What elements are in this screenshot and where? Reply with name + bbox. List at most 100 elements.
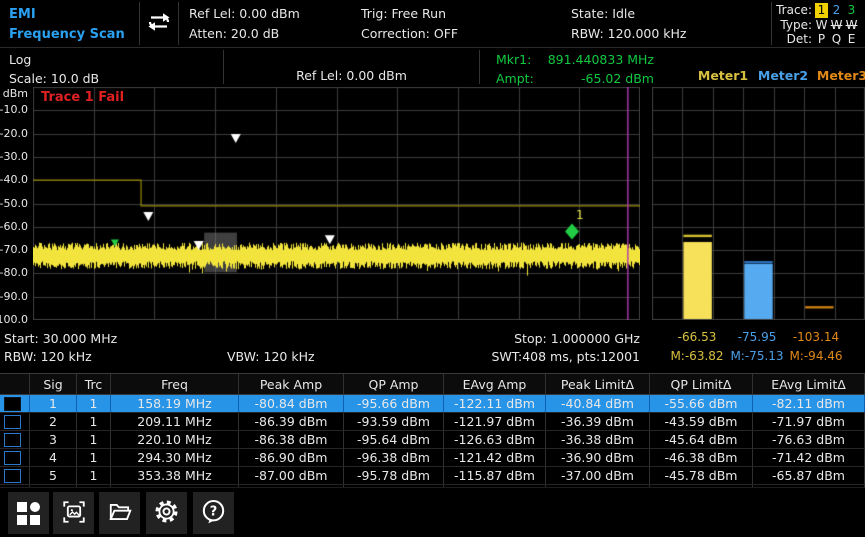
- trace-1-det: P: [814, 32, 829, 47]
- divider: [178, 2, 179, 45]
- scale-value: Scale: 10.0 dB: [9, 69, 223, 88]
- meter3-label[interactable]: Meter3: [816, 68, 865, 83]
- table-cell: -36.39 dBm: [546, 413, 650, 430]
- row-checkbox[interactable]: [4, 415, 21, 429]
- column-header[interactable]: QP LimitΔ: [650, 374, 753, 394]
- meter3-value: -103.14: [781, 330, 851, 344]
- marker-readout: Mkr1: 891.440833 MHz Ampt: -65.02 dBm: [480, 48, 673, 86]
- table-cell: 220.10 MHz: [111, 431, 239, 448]
- trace-label: Trace:: [776, 3, 812, 18]
- file-button[interactable]: [99, 492, 140, 534]
- trace-2-badge[interactable]: 2: [829, 3, 844, 18]
- table-cell: 1: [30, 395, 77, 412]
- y-axis-tick: -100.0: [0, 313, 28, 326]
- analyzer-screen: EMI Frequency Scan Ref Lel: 0.00 dBm Att…: [0, 0, 865, 537]
- apps-menu-button[interactable]: [8, 492, 49, 534]
- limit-fail-indicator: Trace 1 Fail: [41, 90, 124, 105]
- vbw-footer-readout: VBW: 120 kHz: [227, 349, 315, 364]
- table-row[interactable]: 41294.30 MHz-86.90 dBm-96.38 dBm-121.42 …: [0, 449, 865, 467]
- table-cell: -95.66 dBm: [344, 395, 444, 412]
- row-checkbox[interactable]: [4, 451, 21, 465]
- spectrum-plot[interactable]: [33, 87, 640, 320]
- column-header[interactable]: Freq: [111, 374, 239, 394]
- ampt-value: -65.02 dBm: [581, 70, 654, 89]
- column-header[interactable]: EAvg Amp: [444, 374, 546, 394]
- row-select-cell: [0, 431, 30, 448]
- table-cell: 4: [30, 449, 77, 466]
- table-cell: -86.90 dBm: [239, 449, 344, 466]
- row-checkbox[interactable]: [4, 397, 21, 411]
- log-label: Log: [9, 50, 223, 69]
- table-cell: 1: [77, 467, 111, 484]
- y-axis-tick: -10.0: [0, 103, 28, 116]
- trig-readout: Trig: Free Run: [361, 4, 571, 24]
- signal-table-body: 11158.19 MHz-80.84 dBm-95.66 dBm-122.11 …: [0, 395, 865, 487]
- mode-title[interactable]: EMI Frequency Scan: [0, 0, 139, 47]
- table-cell: 2: [30, 413, 77, 430]
- table-cell: -121.42 dBm: [444, 449, 546, 466]
- ref-level-center-readout: Ref Lel: 0.00 dBm: [224, 48, 479, 86]
- help-icon: ?: [200, 498, 227, 528]
- table-cell: -121.97 dBm: [444, 413, 546, 430]
- marker-frequency: 891.440833 MHz: [548, 51, 654, 70]
- row-checkbox[interactable]: [4, 433, 21, 447]
- table-cell: -36.90 dBm: [546, 449, 650, 466]
- y-axis-unit: dBm: [3, 87, 28, 100]
- table-row[interactable]: 21209.11 MHz-86.39 dBm-93.59 dBm-121.97 …: [0, 413, 865, 431]
- table-cell: -36.38 dBm: [546, 431, 650, 448]
- top-status-bar: EMI Frequency Scan Ref Lel: 0.00 dBm Att…: [0, 0, 865, 47]
- table-cell: -96.38 dBm: [344, 449, 444, 466]
- trace-3-badge[interactable]: 3: [844, 3, 859, 18]
- y-axis-tick: -40.0: [0, 173, 28, 186]
- help-button[interactable]: ?: [193, 492, 234, 534]
- rbw-footer-readout: RBW: 120 kHz: [4, 349, 92, 364]
- correction-readout: Correction: OFF: [361, 24, 571, 44]
- continuous-sweep-button[interactable]: [140, 0, 178, 47]
- det-label: Det:: [787, 32, 812, 47]
- table-row[interactable]: 11158.19 MHz-80.84 dBm-95.66 dBm-122.11 …: [0, 395, 865, 413]
- column-header[interactable]: Peak LimitΔ: [546, 374, 650, 394]
- row-select-cell: [0, 395, 30, 412]
- trace-1-badge[interactable]: 1: [815, 3, 828, 18]
- meter-labels: Meter1 Meter2 Meter3: [673, 48, 865, 86]
- column-header[interactable]: Peak Amp: [239, 374, 344, 394]
- screenshot-button[interactable]: [53, 492, 94, 534]
- settings-button[interactable]: [146, 492, 187, 534]
- trace-status-block[interactable]: Trace: 1 2 3 Type: W W W Det: P Q E: [772, 0, 865, 47]
- table-cell: 158.19 MHz: [111, 395, 239, 412]
- ref-level-readout: Ref Lel: 0.00 dBm: [189, 4, 361, 24]
- column-header[interactable]: Trc: [77, 374, 111, 394]
- scale-readout: Log Scale: 10.0 dB: [0, 48, 223, 86]
- apps-grid-icon: [17, 502, 40, 525]
- table-cell: -95.78 dBm: [344, 467, 444, 484]
- column-header[interactable]: Sig: [30, 374, 77, 394]
- y-axis-tick: -30.0: [0, 150, 28, 163]
- row-select-cell: [0, 449, 30, 466]
- svg-text:?: ?: [210, 504, 218, 519]
- table-cell: -55.66 dBm: [650, 395, 753, 412]
- meter2-label[interactable]: Meter2: [757, 68, 809, 83]
- y-axis-tick: -60.0: [0, 220, 28, 233]
- y-axis-tick: -20.0: [0, 127, 28, 140]
- signal-table-header: SigTrcFreqPeak AmpQP AmpEAvg AmpPeak Lim…: [0, 373, 865, 395]
- y-axis-tick: -90.0: [0, 290, 28, 303]
- table-row[interactable]: 31220.10 MHz-86.38 dBm-95.64 dBm-126.63 …: [0, 431, 865, 449]
- column-header[interactable]: QP Amp: [344, 374, 444, 394]
- table-cell: -87.00 dBm: [239, 467, 344, 484]
- trace-1-type: W: [814, 18, 829, 33]
- file-folder-icon: [107, 499, 133, 528]
- state-rbw-readout: State: Idle RBW: 120.000 kHz: [571, 0, 771, 47]
- type-label: Type:: [780, 18, 812, 33]
- table-cell: -86.39 dBm: [239, 413, 344, 430]
- table-cell: -45.78 dBm: [650, 467, 753, 484]
- sub-status-bar: Log Scale: 10.0 dB Ref Lel: 0.00 dBm Mkr…: [0, 47, 865, 86]
- table-cell: 1: [77, 449, 111, 466]
- trig-correction-readout: Trig: Free Run Correction: OFF: [361, 0, 571, 47]
- column-header[interactable]: EAvg LimitΔ: [753, 374, 865, 394]
- meter1-label[interactable]: Meter1: [697, 68, 749, 83]
- table-cell: -71.42 dBm: [753, 449, 865, 466]
- table-cell: 3: [30, 431, 77, 448]
- table-row[interactable]: 51353.38 MHz-87.00 dBm-95.78 dBm-115.87 …: [0, 467, 865, 485]
- trace-3-det: E: [844, 32, 859, 47]
- row-checkbox[interactable]: [4, 469, 21, 483]
